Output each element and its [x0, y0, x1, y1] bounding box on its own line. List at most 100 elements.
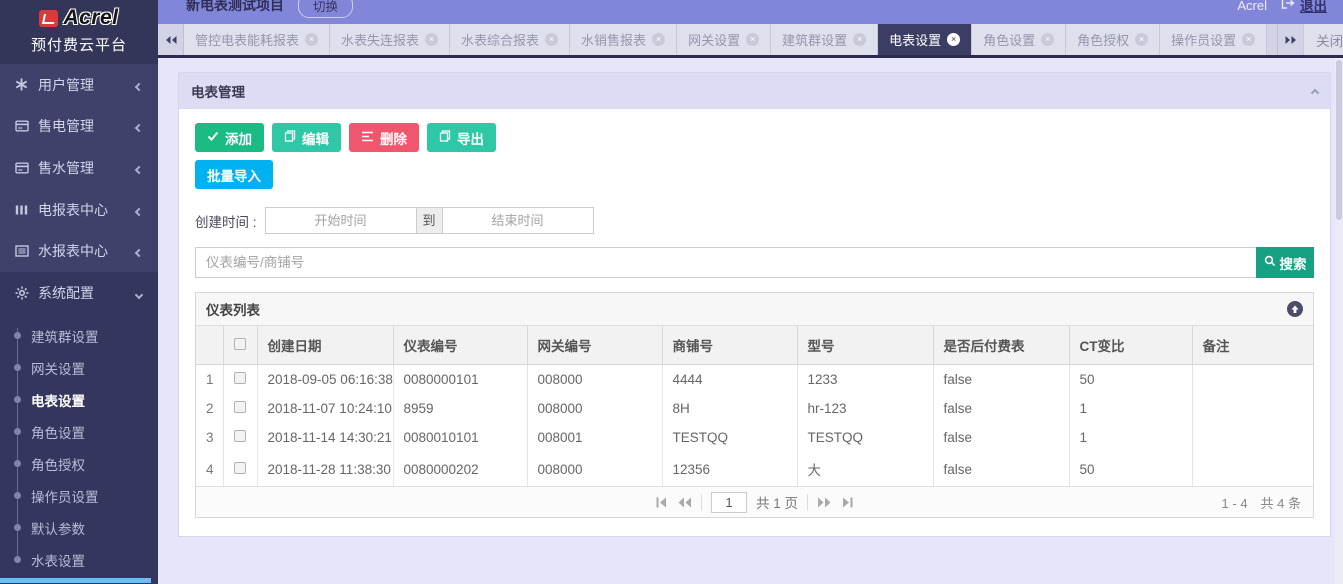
submenu-item-building-group-settings[interactable]: 建筑群设置 — [0, 320, 158, 352]
end-time-input[interactable] — [442, 207, 594, 234]
cell-postpaid: false — [933, 394, 1069, 423]
next-page-button[interactable] — [817, 497, 832, 508]
logout-button[interactable]: 退出 — [1281, 0, 1327, 15]
close-icon[interactable]: × — [746, 33, 759, 46]
sidebar-item-user-management[interactable]: 用户管理 — [0, 64, 158, 106]
previous-page-button[interactable] — [677, 497, 692, 508]
row-checkbox[interactable] — [234, 430, 246, 442]
user-icon — [14, 78, 29, 91]
tab-meter-settings[interactable]: 电表设置× — [878, 24, 972, 55]
submenu-item-default-parameters[interactable]: 默认参数 — [0, 512, 158, 544]
cell-ct-ratio: 1 — [1069, 423, 1192, 452]
add-button[interactable]: 添加 — [195, 123, 264, 152]
tab-water-sales-report[interactable]: 水销售报表× — [570, 24, 677, 55]
cell-ct-ratio: 1 — [1069, 394, 1192, 423]
collapse-panel-icon[interactable] — [1312, 84, 1318, 99]
vertical-scrollbar-thumb[interactable] — [1336, 60, 1342, 220]
collapse-grid-icon[interactable] — [1287, 301, 1303, 317]
sidebar-horizontal-scrollbar[interactable] — [0, 578, 151, 583]
tab-building-group-settings[interactable]: 建筑群设置 × — [771, 24, 878, 55]
topbar: 新电表测试项目 切换 Acrel 退出 — [158, 0, 1343, 20]
cell-meter-no: 0080000202 — [393, 452, 527, 486]
search-button[interactable]: 搜索 — [1256, 247, 1314, 278]
close-icon[interactable]: × — [947, 33, 960, 46]
tab-water-meter-offline-report[interactable]: 水表失连报表× — [330, 24, 450, 55]
column-header: 网关编号 — [527, 326, 662, 365]
username: Acrel — [1237, 0, 1267, 13]
tabs-scroll-right-button[interactable] — [1277, 24, 1303, 55]
submenu-item-role-authorization[interactable]: 角色授权 — [0, 448, 158, 480]
tab-label: 建筑群设置 — [782, 30, 847, 49]
close-operations-label: 关闭操作 — [1316, 30, 1343, 50]
cell-gateway-no: 008000 — [527, 394, 662, 423]
submenu-label: 电表设置 — [31, 390, 85, 410]
select-all-checkbox[interactable] — [234, 338, 246, 350]
sidebar-section-system-config: 系统配置 建筑群设置 网关设置 电表设置 角色设置 角色授权 操作员设置 默认参… — [0, 272, 158, 584]
cell-gateway-no: 008001 — [527, 423, 662, 452]
row-checkbox[interactable] — [234, 372, 246, 384]
tab-operator-settings[interactable]: 操作员设置× — [1160, 24, 1267, 55]
last-page-button[interactable] — [841, 497, 854, 508]
sidebar-item-sell-water[interactable]: 售水管理 — [0, 147, 158, 189]
search-input[interactable] — [195, 247, 1256, 278]
meter-management-panel: 电表管理 添加 编辑 — [178, 72, 1331, 537]
edit-button[interactable]: 编辑 — [272, 123, 341, 152]
delete-button-label: 删除 — [380, 128, 407, 148]
record-range-label: 1 - 4 共 4 条 — [1214, 493, 1301, 512]
table-row[interactable]: 1 2018-09-05 06:16:38 0080000101 008000 … — [196, 365, 1313, 395]
close-icon[interactable]: × — [1041, 33, 1054, 46]
submenu-item-water-meter-settings[interactable]: 水表设置 — [0, 544, 158, 576]
table-row[interactable]: 2 2018-11-07 10:24:10 8959 008000 8H hr-… — [196, 394, 1313, 423]
sidebar-item-system-config[interactable]: 系统配置 — [0, 272, 158, 314]
close-icon[interactable]: × — [652, 33, 665, 46]
close-icon[interactable]: × — [853, 33, 866, 46]
tabbar-filler — [1267, 24, 1277, 55]
tab-role-authorization[interactable]: 角色授权× — [1066, 24, 1160, 55]
tab-gateway-settings[interactable]: 网关设置× — [677, 24, 771, 55]
close-icon[interactable]: × — [305, 33, 318, 46]
page-number-input[interactable] — [711, 492, 747, 513]
close-icon[interactable]: × — [1242, 33, 1255, 46]
vertical-scrollbar[interactable] — [1335, 58, 1343, 584]
tab-water-meter-summary-report[interactable]: 水表综合报表× — [450, 24, 570, 55]
submenu-item-gateway-settings[interactable]: 网关设置 — [0, 352, 158, 384]
switch-project-button[interactable]: 切换 — [298, 0, 353, 18]
submenu-item-operator-settings[interactable]: 操作员设置 — [0, 480, 158, 512]
first-page-button[interactable] — [655, 497, 668, 508]
table-row[interactable]: 3 2018-11-14 14:30:21 0080010101 008001 … — [196, 423, 1313, 452]
cell-model: 大 — [797, 452, 933, 486]
row-checkbox[interactable] — [234, 462, 246, 474]
double-chevron-right-icon — [1284, 35, 1298, 45]
cell-remark — [1192, 452, 1313, 486]
column-header: 仪表编号 — [393, 326, 527, 365]
submenu-label: 角色设置 — [31, 422, 85, 442]
create-time-filter: 创建时间 : 到 — [195, 207, 1314, 234]
sidebar-item-electricity-report-center[interactable]: 电报表中心 — [0, 189, 158, 231]
export-button[interactable]: 导出 — [427, 123, 496, 152]
start-time-input[interactable] — [265, 207, 417, 234]
table-row[interactable]: 4 2018-11-28 11:38:30 0080000202 008000 … — [196, 452, 1313, 486]
logout-icon — [1281, 0, 1295, 14]
submenu-item-role-settings[interactable]: 角色设置 — [0, 416, 158, 448]
row-number: 2 — [196, 394, 223, 423]
sidebar-item-water-report-center[interactable]: 水报表中心 — [0, 230, 158, 272]
sidebar-item-label: 电报表中心 — [38, 200, 108, 220]
close-icon[interactable]: × — [1135, 33, 1148, 46]
close-icon[interactable]: × — [545, 33, 558, 46]
submenu-label: 默认参数 — [31, 518, 85, 538]
submenu-item-meter-settings[interactable]: 电表设置 — [0, 384, 158, 416]
batch-import-button[interactable]: 批量导入 — [195, 160, 273, 189]
close-operations-dropdown[interactable]: 关闭操作 — [1303, 24, 1343, 55]
submenu-label: 水表设置 — [31, 550, 85, 570]
cell-ct-ratio: 50 — [1069, 452, 1192, 486]
sidebar-item-sell-electricity[interactable]: 售电管理 — [0, 106, 158, 148]
tabs-scroll-left-button[interactable] — [158, 24, 184, 55]
tab-role-settings[interactable]: 角色设置× — [972, 24, 1066, 55]
row-checkbox[interactable] — [234, 401, 246, 413]
tab-meter-energy-report[interactable]: 管控电表能耗报表× — [184, 24, 330, 55]
cell-model: 1233 — [797, 365, 933, 395]
cell-meter-no: 0080000101 — [393, 365, 527, 395]
delete-button[interactable]: 删除 — [349, 123, 419, 152]
edit-button-label: 编辑 — [302, 128, 329, 148]
close-icon[interactable]: × — [425, 33, 438, 46]
